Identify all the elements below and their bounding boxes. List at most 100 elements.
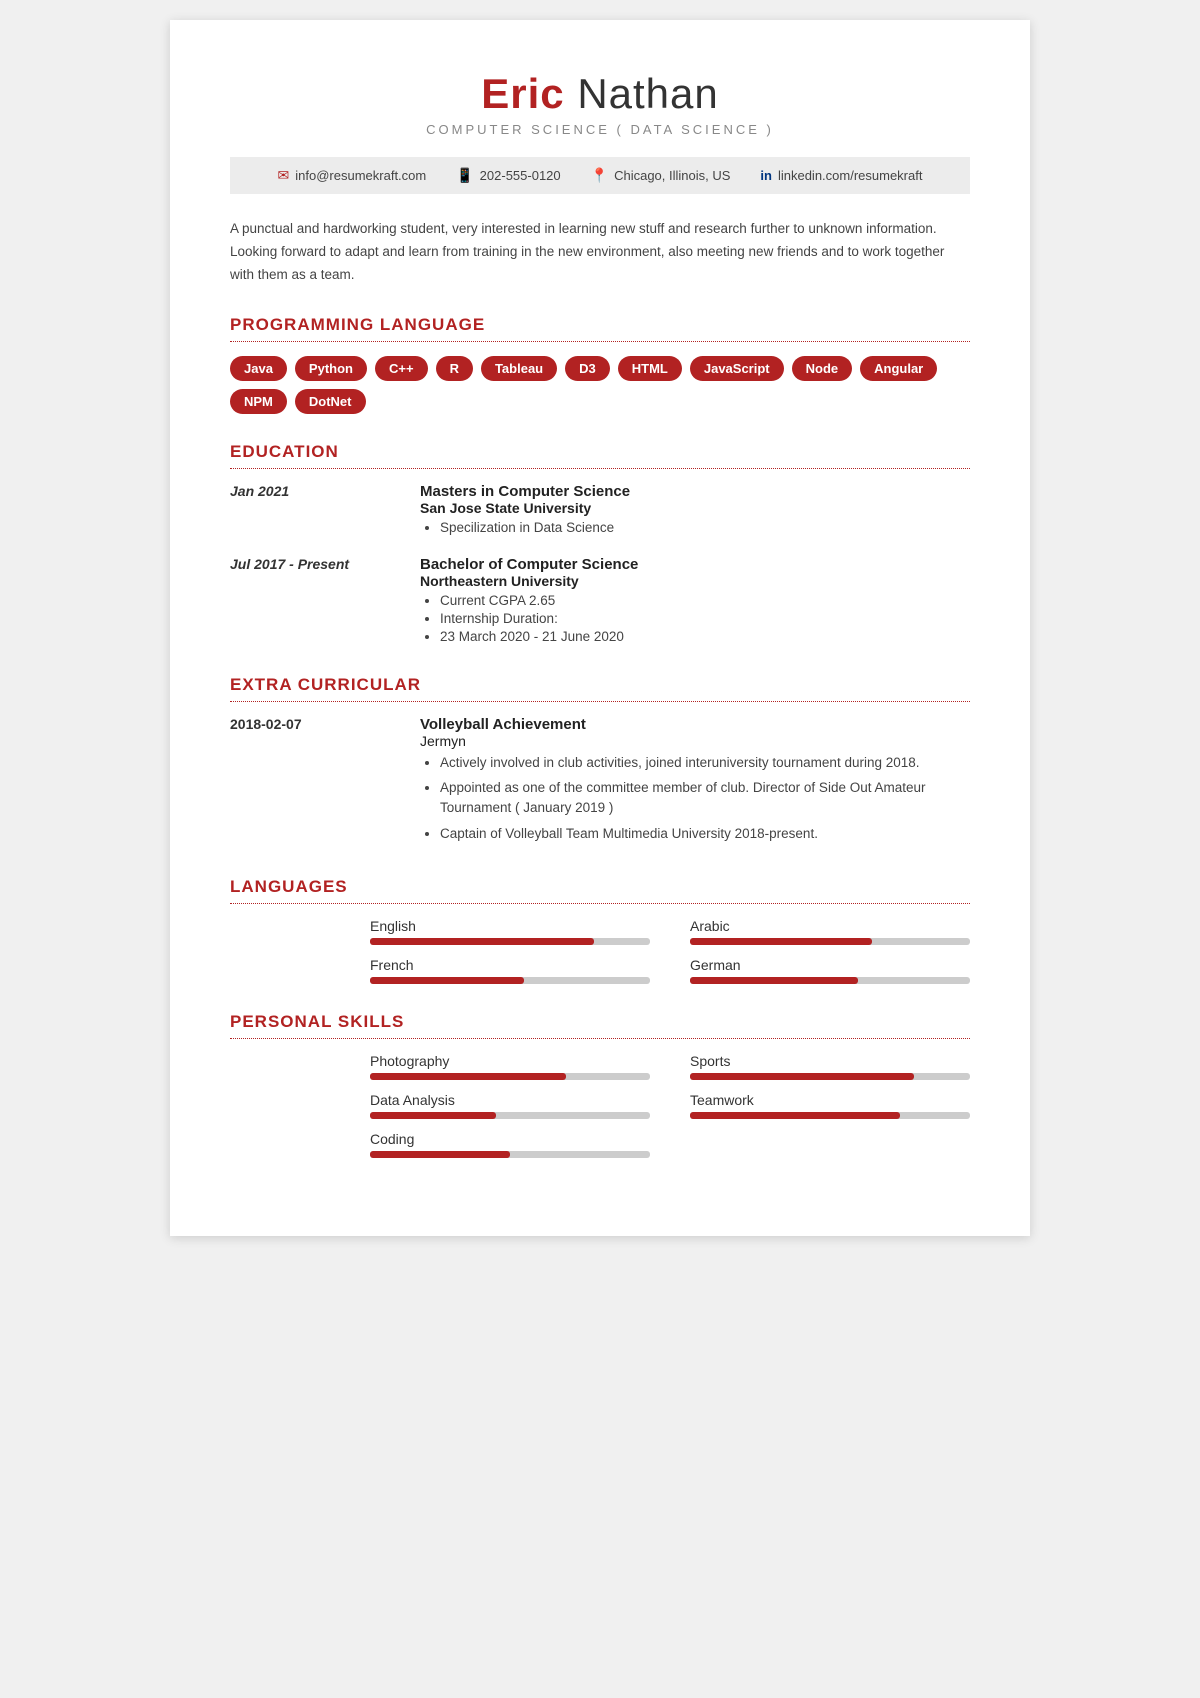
resume-container: Eric Nathan COMPUTER SCIENCE ( DATA SCIE… [170,20,1030,1236]
language-bar-track [370,938,650,945]
extra-entry: 2018-02-07 Volleyball Achievement Jermyn… [230,716,970,849]
education-section: EDUCATION Jan 2021 Masters in Computer S… [230,442,970,647]
extra-bullet: Appointed as one of the committee member… [440,778,970,819]
extra-bullet: Actively involved in club activities, jo… [440,753,970,773]
skill-label: Coding [370,1131,650,1147]
tag-item: JavaScript [690,356,784,381]
language-bar-fill [370,938,594,945]
programming-divider [230,341,970,342]
skills-grid: Photography Sports Data Analysis Teamwor… [230,1053,970,1158]
phone-contact: 📱 202-555-0120 [456,167,560,184]
programming-language-title: PROGRAMMING LANGUAGE [230,315,970,335]
extra-bullet: Captain of Volleyball Team Multimedia Un… [440,824,970,844]
skill-item: Photography [370,1053,650,1080]
email-icon: ✉ [278,167,290,184]
linkedin-text: linkedin.com/resumekraft [778,168,923,183]
language-bar-track [690,977,970,984]
last-name: Nathan [577,70,718,117]
extra-curricular-divider [230,701,970,702]
resume-header: Eric Nathan COMPUTER SCIENCE ( DATA SCIE… [230,70,970,137]
location-icon: 📍 [591,167,608,184]
skill-label: Teamwork [690,1092,970,1108]
education-divider [230,468,970,469]
email-contact: ✉ info@resumekraft.com [278,167,427,184]
phone-text: 202-555-0120 [480,168,561,183]
tag-item: R [436,356,473,381]
job-title: COMPUTER SCIENCE ( DATA SCIENCE ) [230,122,970,137]
phone-icon: 📱 [456,167,473,184]
education-bullet: Internship Duration: [440,611,638,626]
languages-divider [230,903,970,904]
education-entries: Jan 2021 Masters in Computer Science San… [230,483,970,647]
tag-item: HTML [618,356,682,381]
language-item: French [370,957,650,984]
language-item: German [690,957,970,984]
education-content: Bachelor of Computer Science Northeaster… [420,556,638,647]
summary-text: A punctual and hardworking student, very… [230,218,970,287]
full-name: Eric Nathan [230,70,970,118]
skill-bar-fill [690,1112,900,1119]
languages-section: LANGUAGES English Arabic French German [230,877,970,984]
institution-name: San Jose State University [420,500,630,516]
skill-bar-track [370,1112,650,1119]
language-bar-track [690,938,970,945]
language-label: French [370,957,650,973]
language-item: Arabic [690,918,970,945]
education-entry: Jul 2017 - Present Bachelor of Computer … [230,556,970,647]
skill-label: Sports [690,1053,970,1069]
language-bar-fill [690,938,872,945]
skill-bar-track [370,1151,650,1158]
education-bullet: Current CGPA 2.65 [440,593,638,608]
languages-grid: English Arabic French German [230,918,970,984]
tag-item: Tableau [481,356,557,381]
skill-bar-fill [690,1073,914,1080]
location-text: Chicago, Illinois, US [614,168,730,183]
extra-curricular-title: EXTRA CURRICULAR [230,675,970,695]
languages-title: LANGUAGES [230,877,970,897]
skill-bar-fill [370,1112,496,1119]
degree-title: Bachelor of Computer Science [420,556,638,573]
language-bar-track [370,977,650,984]
activity-org: Jermyn [420,733,970,749]
tag-item: DotNet [295,389,366,414]
programming-language-section: PROGRAMMING LANGUAGE Java Python C++ R Table… [230,315,970,414]
skill-bar-fill [370,1073,566,1080]
tag-item: C++ [375,356,428,381]
language-bar-fill [690,977,858,984]
extra-content: Volleyball Achievement Jermyn Actively i… [420,716,970,849]
skill-bar-fill [370,1151,510,1158]
skill-bar-track [370,1073,650,1080]
education-title: EDUCATION [230,442,970,462]
institution-name: Northeastern University [420,573,638,589]
skill-item: Teamwork [690,1092,970,1119]
linkedin-contact: in linkedin.com/resumekraft [760,168,922,183]
skill-item: Coding [370,1131,650,1158]
tag-item: Java [230,356,287,381]
tag-item: Python [295,356,367,381]
linkedin-icon: in [760,168,772,183]
degree-title: Masters in Computer Science [420,483,630,500]
extra-date: 2018-02-07 [230,716,380,849]
email-text: info@resumekraft.com [295,168,426,183]
language-item: English [370,918,650,945]
extra-entries: 2018-02-07 Volleyball Achievement Jermyn… [230,716,970,849]
personal-skills-section: PERSONAL SKILLS Photography Sports Data … [230,1012,970,1158]
education-date: Jan 2021 [230,483,380,538]
skill-label: Data Analysis [370,1092,650,1108]
tag-item: Angular [860,356,937,381]
language-label: German [690,957,970,973]
tag-item: NPM [230,389,287,414]
education-content: Masters in Computer Science San Jose Sta… [420,483,630,538]
skill-label: Photography [370,1053,650,1069]
education-date: Jul 2017 - Present [230,556,380,647]
education-bullet: 23 March 2020 - 21 June 2020 [440,629,638,644]
tag-item: Node [792,356,853,381]
contact-bar: ✉ info@resumekraft.com 📱 202-555-0120 📍 … [230,157,970,194]
skill-bar-track [690,1112,970,1119]
first-name: Eric [481,70,564,117]
language-label: English [370,918,650,934]
activity-title: Volleyball Achievement [420,716,970,733]
programming-tags: JavaPythonC++RTableauD3HTMLJavaScriptNod… [230,356,970,414]
personal-skills-divider [230,1038,970,1039]
skill-item: Sports [690,1053,970,1080]
